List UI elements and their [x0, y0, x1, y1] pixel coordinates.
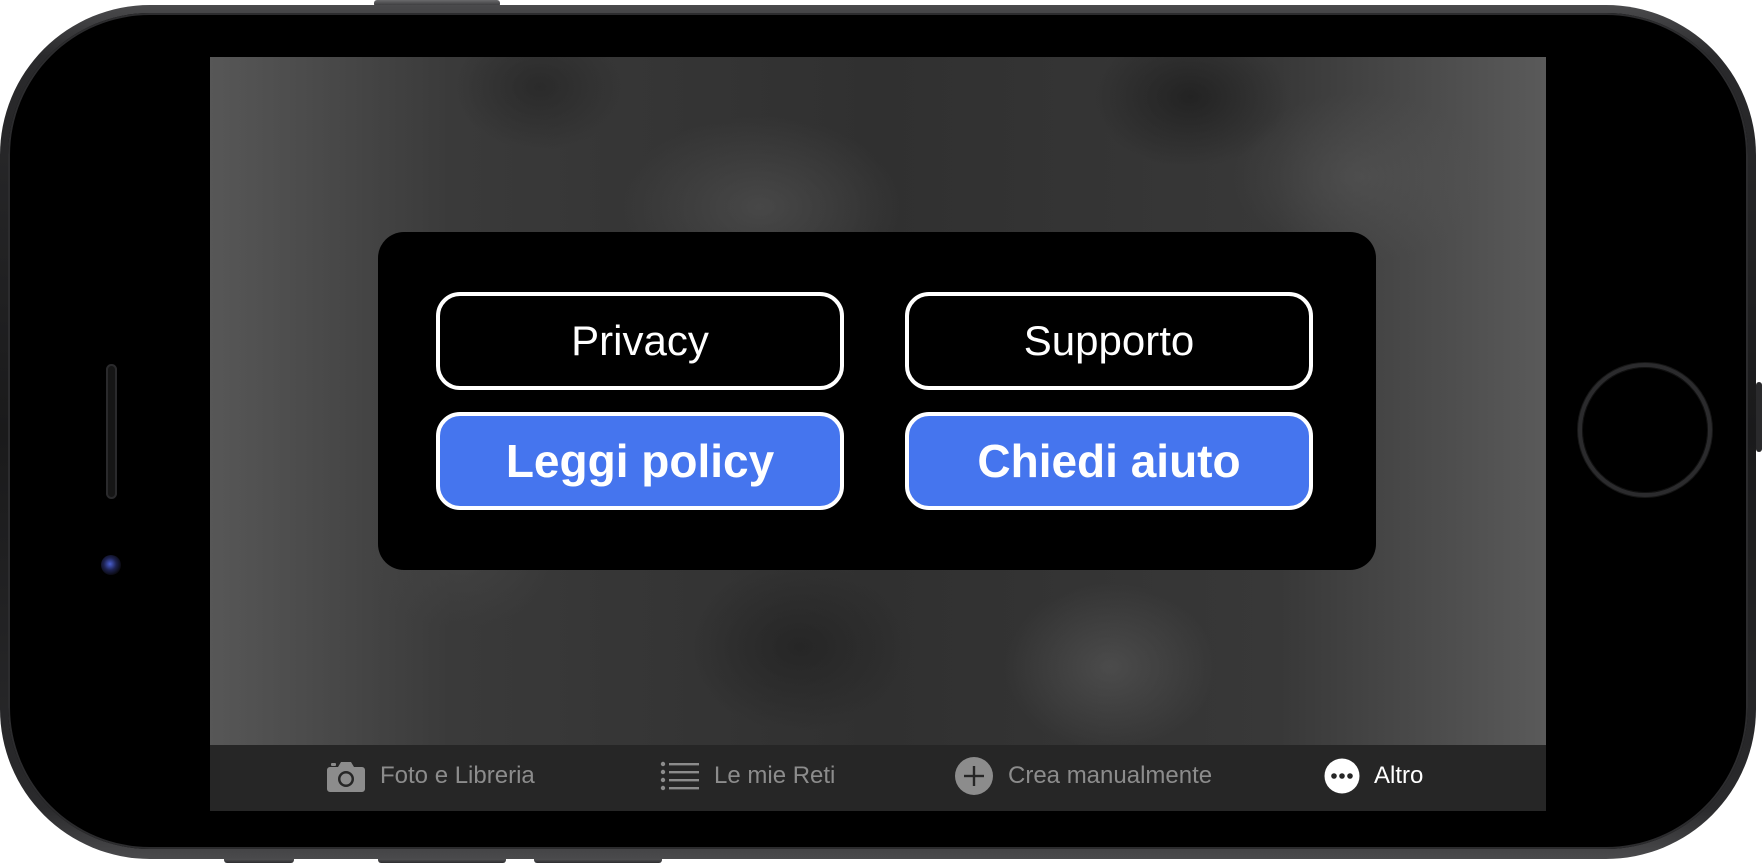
tab-create-manually-label: Crea manualmente: [1008, 762, 1213, 789]
side-button: [1756, 382, 1762, 452]
privacy-button[interactable]: Privacy: [436, 292, 844, 390]
app-screen: Privacy Supporto Leggi policy Chiedi aiu…: [210, 57, 1546, 811]
front-camera: [101, 555, 121, 575]
list-icon: [660, 761, 700, 791]
more-icon: [1324, 758, 1360, 794]
privacy-button-label: Privacy: [571, 317, 709, 364]
camera-icon: [326, 759, 366, 793]
plus-circle-icon: [954, 756, 994, 796]
device-mockup: Privacy Supporto Leggi policy Chiedi aiu…: [0, 0, 1762, 864]
tab-my-networks-label: Le mie Reti: [714, 762, 836, 789]
info-dialog: Privacy Supporto Leggi policy Chiedi aiu…: [378, 232, 1376, 570]
support-button[interactable]: Supporto: [905, 292, 1313, 390]
support-button-label: Supporto: [1023, 317, 1195, 364]
tab-more-label: Altro: [1374, 762, 1424, 789]
tab-photos-library-label: Foto e Libreria: [380, 762, 535, 789]
tab-more[interactable]: Altro: [1324, 745, 1423, 807]
ask-help-button-label: Chiedi aiuto: [977, 435, 1241, 487]
earpiece-speaker: [106, 364, 117, 499]
tab-my-networks[interactable]: Le mie Reti: [660, 745, 835, 807]
tab-create-manually[interactable]: Crea manualmente: [954, 745, 1212, 807]
read-policy-button[interactable]: Leggi policy: [436, 412, 844, 510]
tab-bar: Foto e Libreria Le mie Reti Crea manualm…: [210, 745, 1546, 811]
tab-photos-library[interactable]: Foto e Libreria: [326, 745, 535, 807]
ask-help-button[interactable]: Chiedi aiuto: [905, 412, 1313, 510]
read-policy-button-label: Leggi policy: [505, 435, 775, 487]
home-button[interactable]: [1578, 363, 1712, 497]
